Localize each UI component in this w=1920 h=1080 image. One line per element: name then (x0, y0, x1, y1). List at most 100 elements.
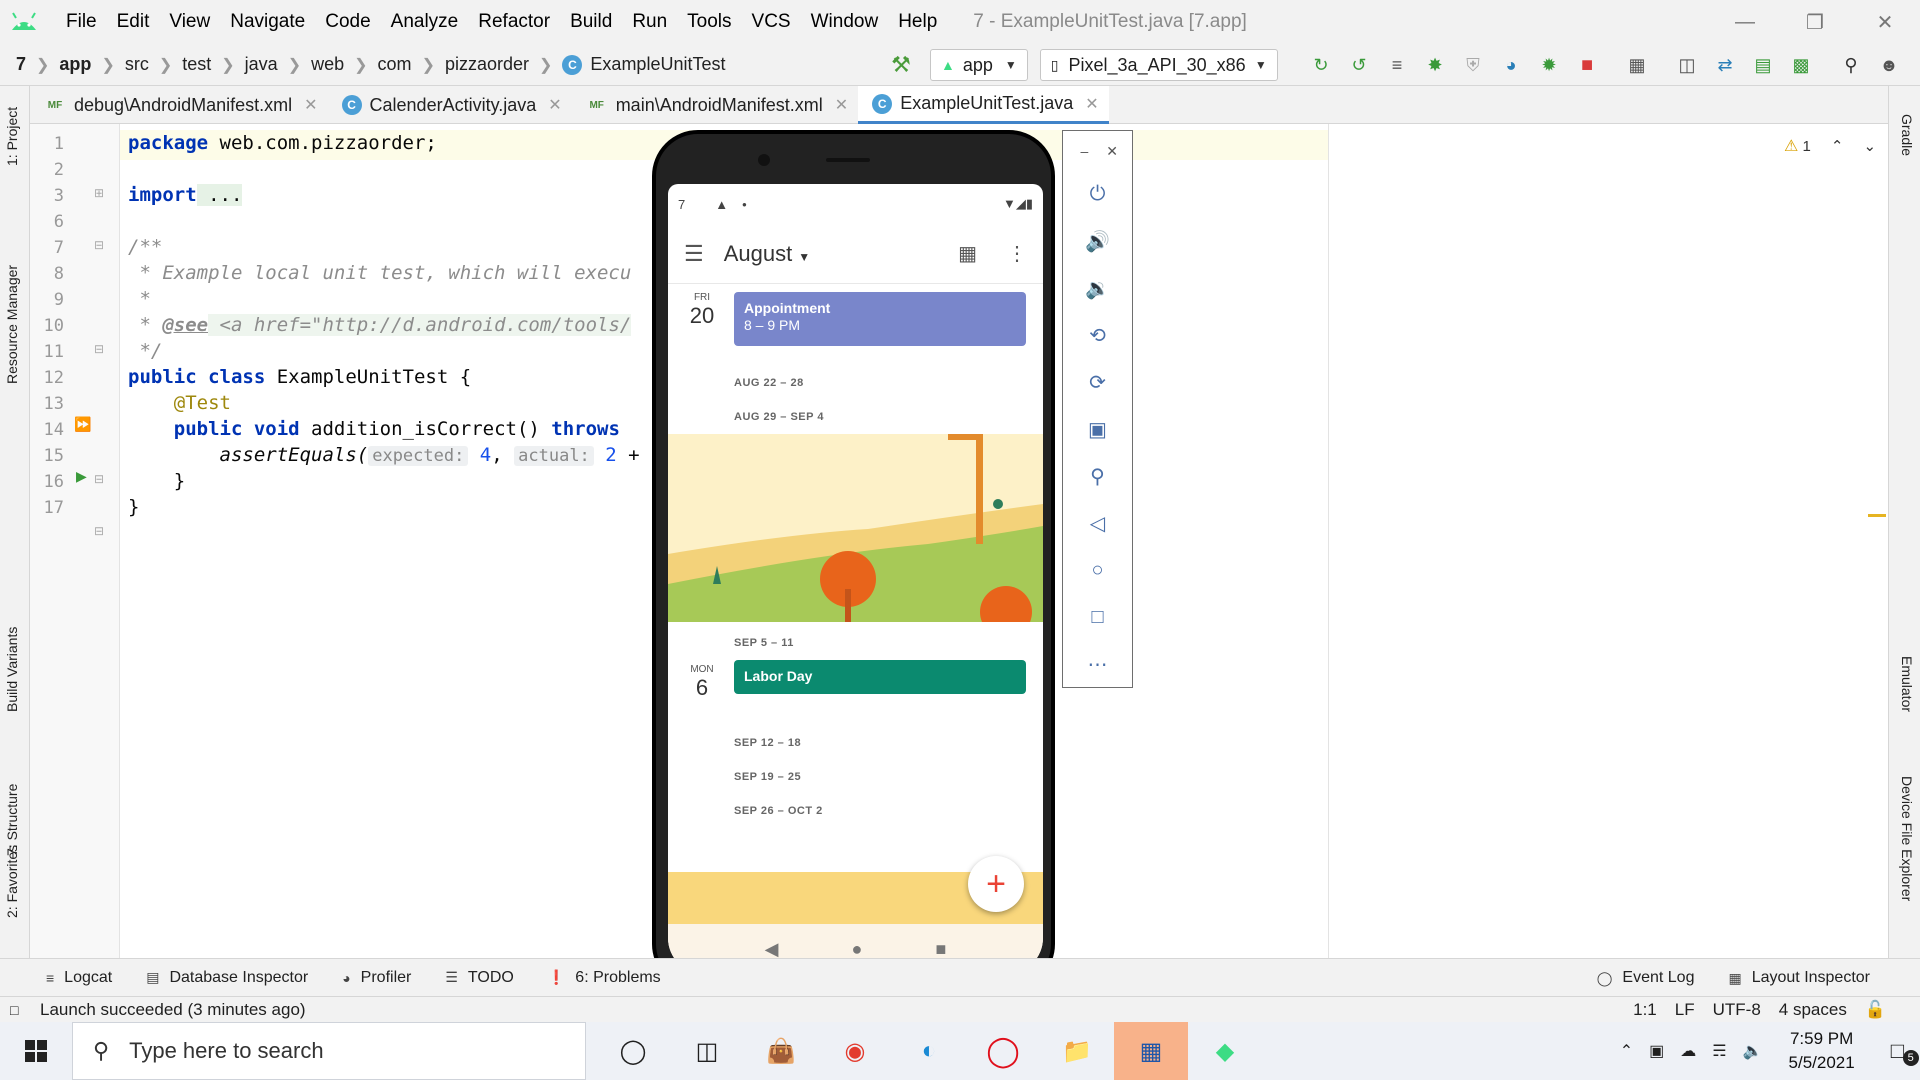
close-icon[interactable]: ✕ (304, 95, 317, 115)
android-studio-icon[interactable]: ◆ (1188, 1022, 1262, 1080)
menu-code[interactable]: Code (315, 11, 380, 33)
menu-window[interactable]: Window (801, 11, 889, 33)
minimize-icon[interactable]: – (1080, 143, 1088, 159)
tool-window-emulator[interactable]: Emulator (1899, 656, 1915, 712)
tab-calender-activity[interactable]: C CalenderActivity.java ✕ (328, 86, 572, 124)
close-window-button[interactable]: ✕ (1850, 0, 1920, 44)
tool-event-log[interactable]: ◯ Event Log (1597, 969, 1695, 987)
back-button[interactable]: ◁ (1063, 500, 1132, 547)
tool-window-favorites[interactable]: 2: Favorites (4, 845, 20, 918)
status-message[interactable]: Launch succeeded (3 minutes ago) (40, 1000, 306, 1020)
menu-refactor[interactable]: Refactor (468, 11, 560, 33)
sdk-manager-icon[interactable]: ▩ (1788, 52, 1814, 78)
breadcrumb-com[interactable]: com (378, 54, 412, 75)
apply-changes-restart-icon[interactable]: ↻ (1308, 52, 1334, 78)
close-icon[interactable]: ✕ (835, 95, 848, 115)
tool-problems[interactable]: ❗ 6: Problems (548, 969, 661, 987)
breadcrumb-src[interactable]: src (125, 54, 149, 75)
tool-profiler[interactable]: ◕ Profiler (342, 969, 411, 987)
stop-icon[interactable]: ■ (1574, 52, 1600, 78)
tool-logcat[interactable]: ≡ Logcat (46, 969, 112, 987)
zoom-button[interactable]: ⚲ (1063, 453, 1132, 500)
file-explorer-icon[interactable]: 📁 (1040, 1022, 1114, 1080)
wifi-icon[interactable]: ☴ (1712, 1041, 1726, 1061)
rotate-left-button[interactable]: ⟲ (1063, 312, 1132, 359)
menu-tools[interactable]: Tools (677, 11, 741, 33)
tool-database-inspector[interactable]: ▤ Database Inspector (146, 969, 308, 987)
next-highlight-icon[interactable]: ⌄ (1863, 137, 1876, 155)
avd-manager-icon[interactable]: ◫ (1674, 52, 1700, 78)
nav-back-icon[interactable]: ◀ (765, 939, 779, 960)
opera-icon[interactable]: ◯ (966, 1022, 1040, 1080)
notifications-icon[interactable]: □ 5 (1891, 1038, 1919, 1066)
store-icon[interactable]: 👜 (744, 1022, 818, 1080)
breadcrumb-pizzaorder[interactable]: pizzaorder (445, 54, 529, 75)
meet-now-icon[interactable]: ▣ (1649, 1041, 1664, 1061)
volume-up-button[interactable]: 🔊 (1063, 218, 1132, 265)
menu-help[interactable]: Help (888, 11, 947, 33)
more-vert-icon[interactable]: ⋮ (1007, 241, 1027, 266)
inspection-widget[interactable]: ⚠ 1 ⌃ ⌄ (1784, 136, 1876, 156)
tool-window-resource-manager[interactable]: Resource Manager (4, 265, 20, 384)
breadcrumb-module[interactable]: app (59, 54, 91, 75)
run-config-select[interactable]: ▲ app ▼ (930, 49, 1028, 81)
warning-stripe-marker[interactable] (1868, 514, 1886, 517)
show-hidden-icons-icon[interactable]: ⌃ (1620, 1041, 1633, 1061)
cortana-icon[interactable]: ◯ (596, 1022, 670, 1080)
attach-debugger-icon[interactable]: ✹ (1536, 52, 1562, 78)
menu-analyze[interactable]: Analyze (381, 11, 469, 33)
tab-main-manifest[interactable]: MF main\AndroidManifest.xml ✕ (572, 86, 859, 124)
menu-edit[interactable]: Edit (107, 11, 160, 33)
file-encoding[interactable]: UTF-8 (1713, 1000, 1761, 1020)
debug-icon[interactable]: ✸ (1422, 52, 1448, 78)
menu-build[interactable]: Build (560, 11, 622, 33)
volume-down-button[interactable]: 🔉 (1063, 265, 1132, 312)
start-button[interactable] (0, 1022, 72, 1080)
run-tests-icon[interactable]: ⏩ (74, 416, 91, 433)
create-event-fab[interactable]: + (968, 856, 1024, 912)
taskbar-clock[interactable]: 7:59 PM 5/5/2021 (1789, 1027, 1855, 1075)
task-view-icon[interactable]: ◫ (670, 1022, 744, 1080)
device-select[interactable]: ▯ Pixel_3a_API_30_x86 ▼ (1039, 49, 1278, 81)
line-separator[interactable]: LF (1675, 1000, 1695, 1020)
month-selector[interactable]: August ▼ (724, 241, 810, 267)
overview-button[interactable]: □ (1063, 594, 1132, 641)
fold-icon[interactable]: ⊟ (94, 238, 104, 252)
lock-icon[interactable]: 🔓 (1865, 1000, 1886, 1020)
close-icon[interactable]: ✕ (1085, 94, 1098, 114)
menu-view[interactable]: View (159, 11, 220, 33)
build-hammer-icon[interactable]: ⚒ (888, 52, 914, 78)
profile-icon[interactable]: ◕ (1498, 52, 1524, 78)
taskbar-search-input[interactable]: ⚲ Type here to search (72, 1022, 586, 1080)
close-icon[interactable]: ✕ (1106, 143, 1118, 160)
close-icon[interactable]: ✕ (548, 95, 561, 115)
more-button[interactable]: ⋯ (1063, 641, 1132, 688)
sync-gradle-icon[interactable]: ⇄ (1712, 52, 1738, 78)
tool-window-gradle[interactable]: Gradle (1899, 114, 1915, 156)
nav-home-icon[interactable]: ● (852, 939, 863, 960)
calendar-today-icon[interactable]: ▦ (958, 241, 977, 266)
volume-icon[interactable]: 🔈 (1743, 1041, 1763, 1061)
menu-vcs[interactable]: VCS (742, 11, 801, 33)
fold-icon[interactable]: ⊞ (94, 186, 104, 200)
chrome-icon[interactable]: ◉ (818, 1022, 892, 1080)
hamburger-menu-icon[interactable]: ☰ (684, 241, 704, 267)
fold-icon[interactable]: ⊟ (94, 472, 104, 486)
breadcrumb-web[interactable]: web (311, 54, 344, 75)
home-button[interactable]: ○ (1063, 547, 1132, 594)
breadcrumb-project[interactable]: 7 (16, 54, 26, 75)
menu-file[interactable]: File (56, 11, 107, 33)
tab-debug-manifest[interactable]: MF debug\AndroidManifest.xml ✕ (30, 86, 328, 124)
event-card[interactable]: Appointment 8 – 9 PM (734, 292, 1026, 346)
nav-recents-icon[interactable]: ■ (936, 939, 947, 960)
run-list-icon[interactable]: ≡ (1384, 52, 1410, 78)
folded-imports[interactable]: ... (196, 184, 243, 206)
tool-layout-inspector[interactable]: ▦ Layout Inspector (1728, 969, 1870, 987)
breadcrumb-java[interactable]: java (245, 54, 278, 75)
breadcrumb-class[interactable]: ExampleUnitTest (590, 54, 725, 75)
coverage-icon[interactable]: ⛨ (1460, 52, 1486, 78)
fold-icon[interactable]: ⊟ (94, 342, 104, 356)
account-icon[interactable]: ☻ (1876, 52, 1902, 78)
project-structure-icon[interactable]: ▦ (1624, 52, 1650, 78)
device-manager-icon[interactable]: ▤ (1750, 52, 1776, 78)
